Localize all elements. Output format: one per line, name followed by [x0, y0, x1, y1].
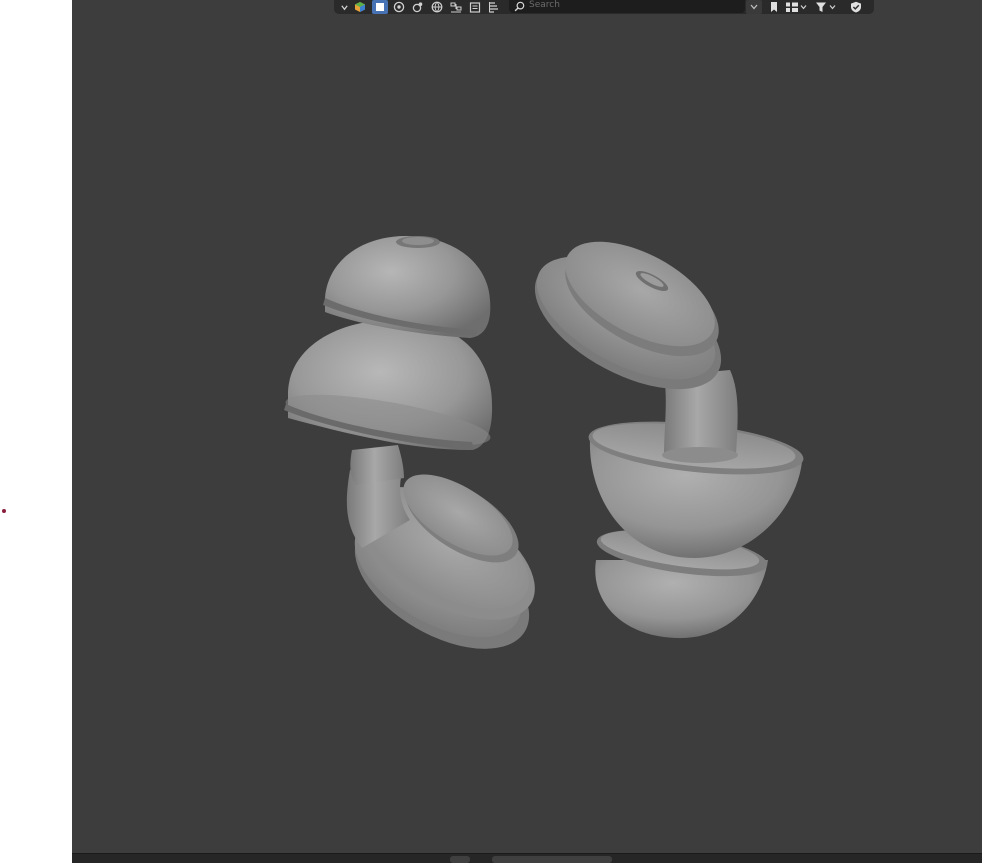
library-icon[interactable] — [467, 0, 483, 14]
search-icon — [512, 0, 526, 13]
scene-icon[interactable] — [391, 0, 407, 14]
stack-icon[interactable] — [486, 0, 502, 14]
object-icon[interactable] — [372, 0, 388, 14]
collapse-icon[interactable] — [746, 0, 762, 14]
search-field[interactable] — [509, 0, 745, 13]
left-small-dome — [323, 236, 491, 338]
left-marker-dot — [2, 509, 6, 513]
left-stem-upper — [350, 445, 404, 485]
left-white-strip — [0, 0, 72, 862]
world-icon[interactable] — [429, 0, 445, 14]
view-mode-icon[interactable] — [784, 0, 810, 14]
shield-check-icon[interactable] — [848, 0, 864, 14]
search-input[interactable] — [526, 0, 729, 11]
3d-viewport[interactable] — [72, 0, 982, 862]
material-icon[interactable] — [410, 0, 426, 14]
node-icon[interactable] — [448, 0, 464, 14]
display-mode-icon[interactable] — [352, 0, 368, 14]
outliner-header — [334, 0, 874, 14]
bookmark-icon[interactable] — [766, 0, 782, 14]
left-large-dome — [284, 319, 493, 450]
filter-icon[interactable] — [814, 0, 840, 14]
left-earplug[interactable] — [282, 236, 556, 676]
chevron-down-icon[interactable] — [336, 0, 352, 14]
right-earplug[interactable] — [514, 220, 805, 639]
viewport-scene[interactable] — [72, 0, 982, 862]
